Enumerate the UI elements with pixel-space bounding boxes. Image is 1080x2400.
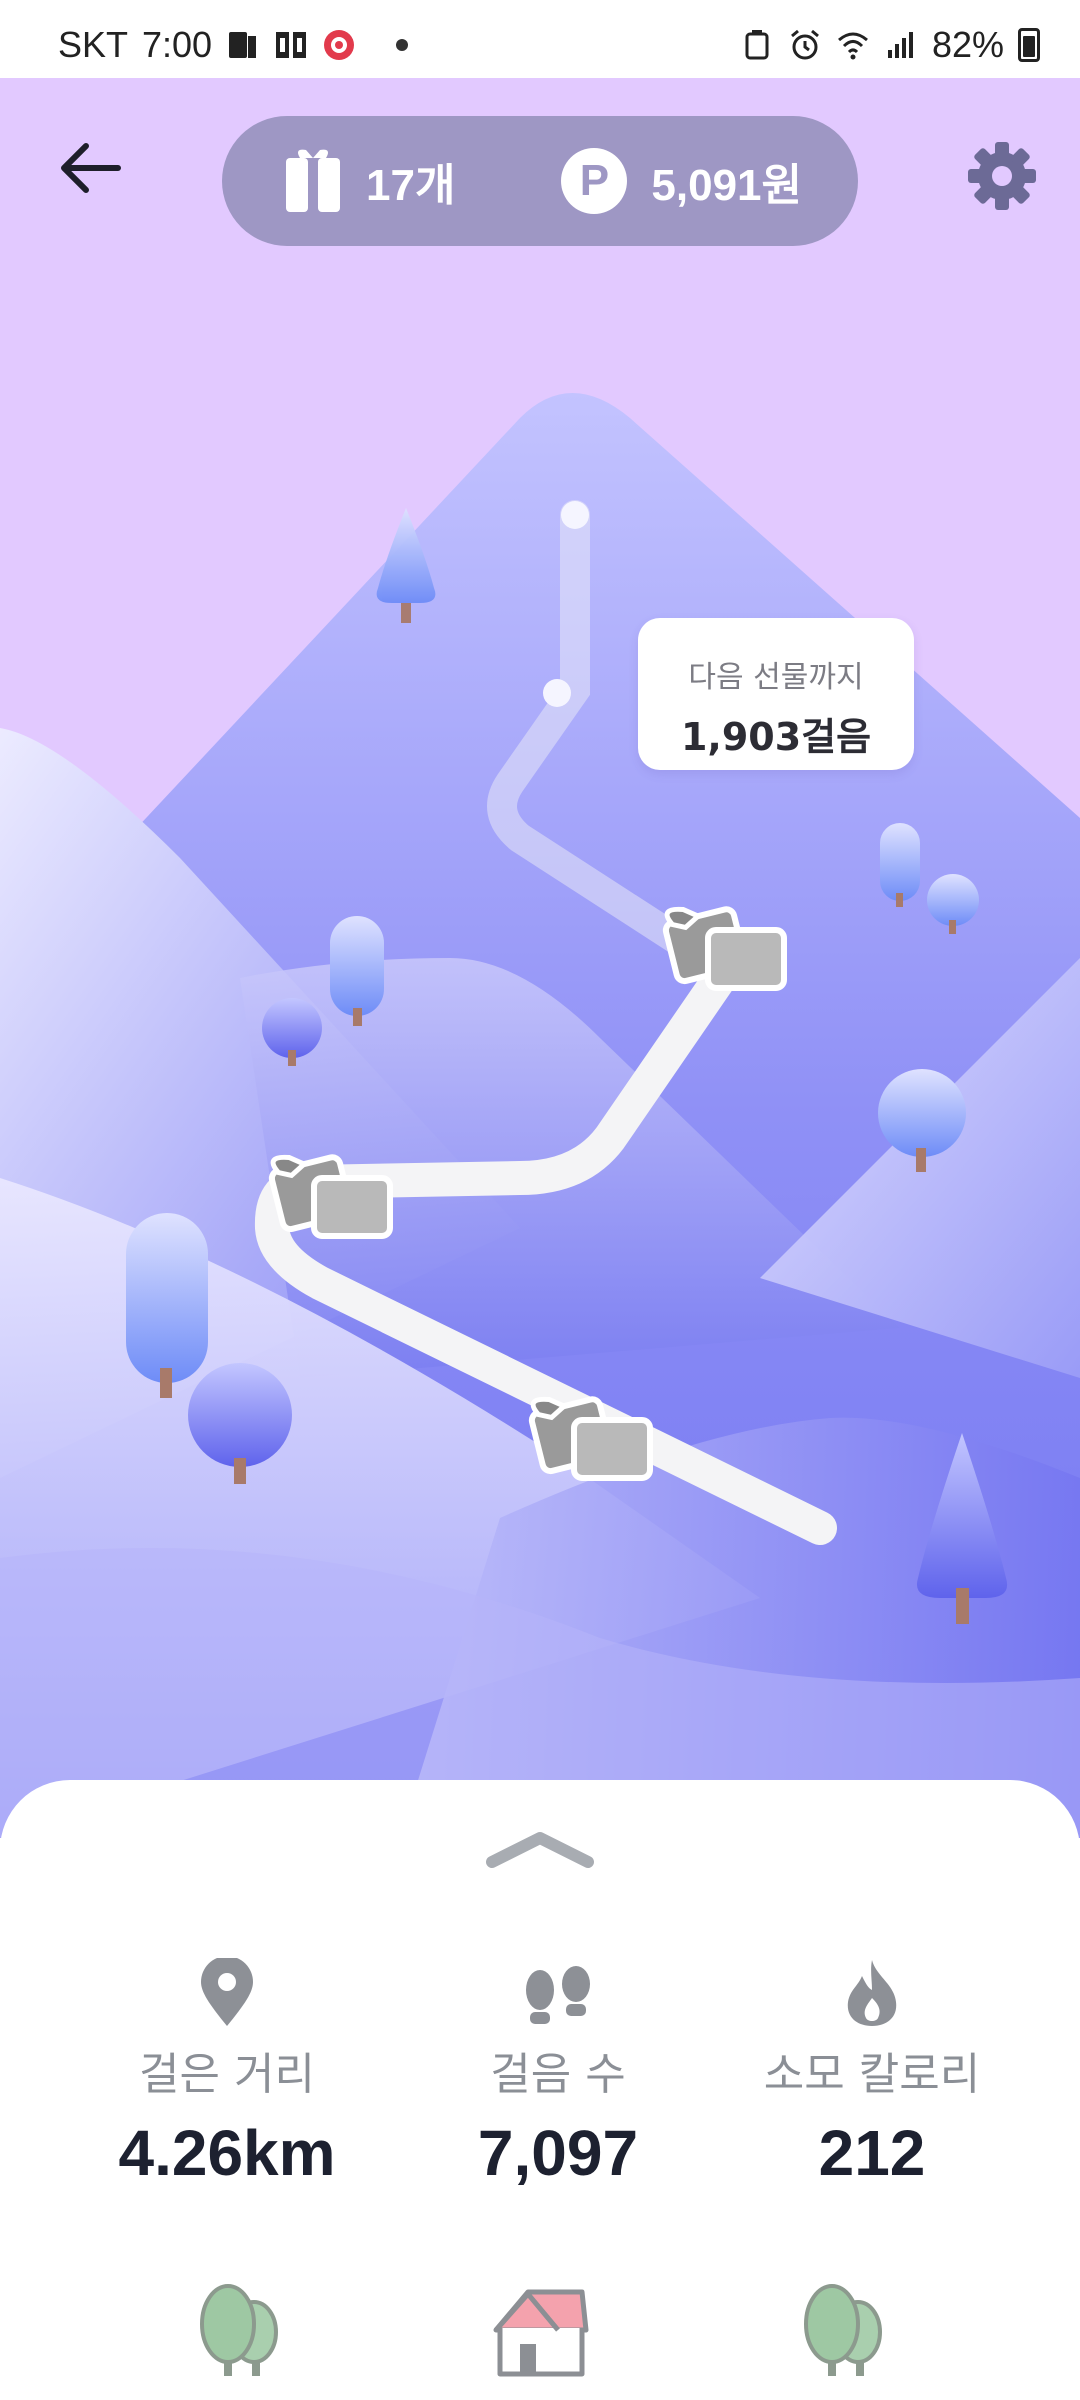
recycle-icon [745, 30, 769, 60]
point-balance[interactable]: P 5,091원 [561, 148, 802, 214]
distance-value: 4.26km [118, 2117, 336, 2189]
flame-icon [847, 1960, 897, 2026]
gift-box-icon[interactable] [650, 888, 790, 998]
steps-label: 걸음 수 [490, 2049, 626, 2100]
next-gift-tooltip: 다음 선물까지 1,903걸음 [638, 618, 914, 770]
battery-icon [1018, 28, 1040, 62]
distance-label: 걸은 거리 [139, 2049, 315, 2100]
gift-icon [286, 149, 340, 212]
status-bar: SKT 7:00 82% [0, 0, 1080, 78]
house-icon[interactable] [486, 2280, 596, 2380]
alarm-icon [790, 29, 819, 60]
back-button[interactable] [50, 128, 130, 208]
location-pin-icon [201, 1958, 253, 2026]
wifi-icon [837, 32, 868, 60]
steps-stat: 걸음 수 7,097 [388, 1950, 728, 2190]
tree-icon[interactable] [186, 2280, 296, 2380]
next-gift-label: 다음 선물까지 [688, 660, 864, 695]
settings-button[interactable] [962, 136, 1042, 216]
point-icon: P [561, 148, 628, 214]
carrier-label: SKT [58, 24, 129, 65]
calories-label: 소모 칼로리 [763, 2049, 981, 2100]
point-balance-value: 5,091원 [651, 161, 803, 210]
arrow-left-icon [61, 143, 121, 193]
distance-stat: 걸은 거리 4.26km [57, 1950, 397, 2190]
notification-icon [229, 32, 257, 58]
more-notifications-dot [396, 39, 409, 51]
calories-stat: 소모 칼로리 212 [702, 1950, 1042, 2190]
next-gift-steps: 1,903걸음 [680, 715, 872, 759]
calories-value: 212 [818, 2117, 926, 2189]
reward-summary: 17개 P 5,091원 [222, 116, 858, 246]
battery-percent: 82% [931, 24, 1004, 65]
gift-count-value: 17개 [366, 161, 456, 210]
clock: 7:00 [142, 24, 213, 65]
mountain-landscape [0, 78, 1080, 1838]
chevron-up-icon[interactable] [484, 1828, 596, 1872]
gear-icon [968, 142, 1036, 210]
tree-icon[interactable] [790, 2280, 900, 2380]
gift-box-icon[interactable] [516, 1378, 656, 1488]
gift-count[interactable]: 17개 [284, 148, 455, 214]
footprints-icon [526, 1966, 590, 2024]
notification-icon [276, 32, 307, 58]
notification-icon [324, 30, 355, 60]
walking-map: 17개 P 5,091원 다음 선물까지 1,903걸음 [0, 78, 1080, 1838]
stats-sheet: 걸은 거리 4.26km 걸음 수 7,097 소모 칼로리 212 [0, 1780, 1080, 2400]
gift-box-icon[interactable] [256, 1136, 396, 1246]
signal-icon [887, 32, 913, 58]
steps-value: 7,097 [477, 2117, 639, 2189]
